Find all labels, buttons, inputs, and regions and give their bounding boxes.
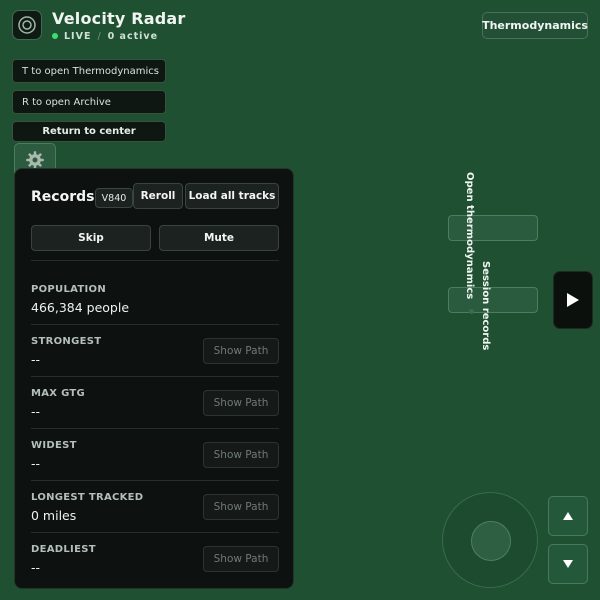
status-separator: / — [97, 30, 102, 42]
open-thermodynamics-hint[interactable]: T to open Thermodynamics — [12, 59, 166, 83]
reroll-button[interactable]: Reroll — [133, 183, 183, 209]
app-title: Velocity Radar — [52, 9, 186, 28]
status-line: LIVE / 0 active — [52, 30, 158, 42]
show-path-max-gtg-button[interactable]: Show Path — [203, 390, 279, 416]
show-path-longest-tracked-button[interactable]: Show Path — [203, 494, 279, 520]
show-path-deadliest-button[interactable]: Show Path — [203, 546, 279, 572]
show-path-strongest-button[interactable]: Show Path — [203, 338, 279, 364]
arrow-up-icon — [562, 511, 574, 521]
joystick[interactable] — [442, 492, 538, 588]
gear-icon — [25, 150, 45, 170]
open-archive-hint[interactable]: R to open Archive — [12, 90, 166, 114]
show-path-widest-button[interactable]: Show Path — [203, 442, 279, 468]
thermodynamics-button[interactable]: Thermodynamics — [482, 12, 588, 39]
up-button[interactable] — [548, 496, 588, 536]
stat-value-longest-tracked: 0 miles — [31, 508, 77, 523]
divider — [31, 260, 279, 261]
arrow-down-icon — [562, 559, 574, 569]
live-indicator-icon — [52, 33, 58, 39]
records-title: Records — [31, 189, 95, 205]
session-records-label: Session records — [480, 261, 491, 351]
joystick-knob[interactable] — [471, 521, 511, 561]
stat-label-strongest: STRONGEST — [31, 336, 102, 347]
down-button[interactable] — [548, 544, 588, 584]
divider — [31, 376, 279, 377]
stat-value-max-gtg: -- — [31, 404, 41, 419]
stat-value-deadliest: -- — [31, 560, 41, 575]
open-thermodynamics-label: Open thermodynamics — [464, 172, 475, 300]
play-icon — [566, 292, 580, 308]
radar-logo-icon — [12, 10, 42, 40]
stat-value-population: 466,384 people — [31, 300, 130, 315]
load-all-tracks-button[interactable]: Load all tracks — [185, 183, 279, 209]
mute-button[interactable]: Mute — [159, 225, 279, 251]
divider — [31, 428, 279, 429]
stat-label-max-gtg: MAX GTG — [31, 388, 86, 399]
divider — [31, 324, 279, 325]
version-badge: V840 — [95, 188, 133, 208]
open-thermodynamics-box[interactable] — [448, 215, 538, 241]
stat-label-widest: WIDEST — [31, 440, 77, 451]
stat-label-longest-tracked: LONGEST TRACKED — [31, 492, 144, 503]
stat-value-widest: -- — [31, 456, 41, 471]
stat-label-population: POPULATION — [31, 284, 107, 295]
divider — [31, 480, 279, 481]
records-panel: Records V840 Reroll Load all tracks Skip… — [14, 168, 294, 589]
stat-value-strongest: -- — [31, 352, 41, 367]
return-to-center-button[interactable]: Return to center — [12, 121, 166, 142]
live-status: LIVE — [64, 30, 92, 42]
session-records-box[interactable] — [448, 287, 538, 313]
marker-dot — [469, 309, 474, 314]
active-count: 0 active — [107, 30, 159, 42]
skip-button[interactable]: Skip — [31, 225, 151, 251]
divider — [31, 532, 279, 533]
stat-label-deadliest: DEADLIEST — [31, 544, 96, 555]
play-button[interactable] — [553, 271, 593, 329]
